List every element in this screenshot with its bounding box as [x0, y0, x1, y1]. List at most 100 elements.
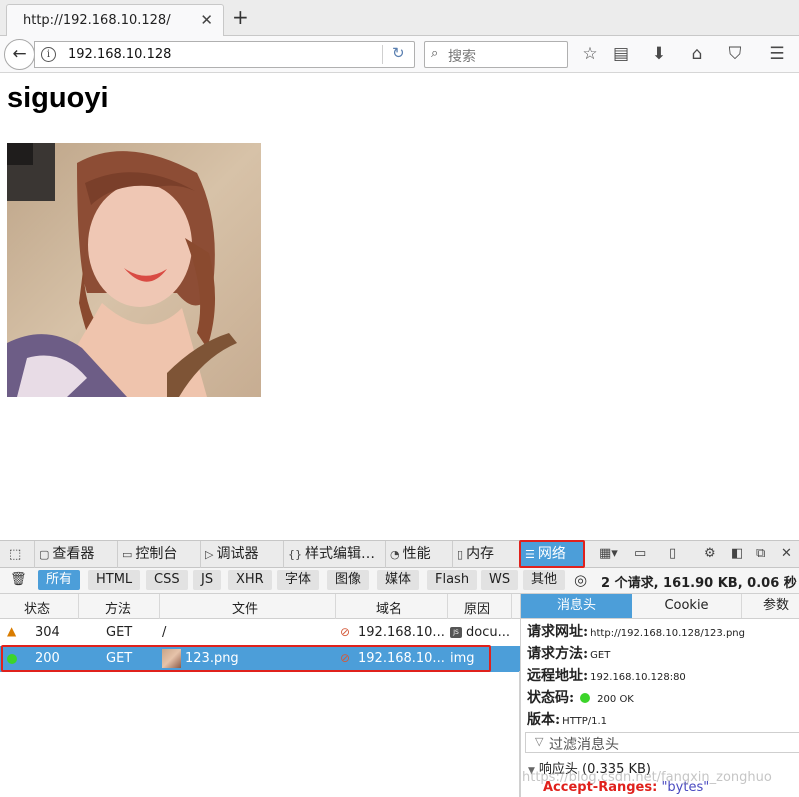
console-icon: ▭	[122, 548, 133, 561]
request-table-header: 状态 方法 文件 域名 原因	[0, 594, 520, 619]
filter-images-button[interactable]: 图像	[327, 570, 370, 590]
undock-window-icon[interactable]: ⧉	[756, 546, 765, 561]
tab-debugger-label: 调试器	[216, 546, 259, 562]
filter-all-button[interactable]: 所有	[38, 570, 81, 590]
column-divider	[78, 594, 79, 619]
request-url-label: 请求网址:	[527, 624, 589, 640]
request-list-empty-area	[0, 671, 520, 797]
status-code-label: 状态码:	[527, 690, 575, 706]
info-icon[interactable]: i	[41, 47, 56, 62]
tab-style-editor-label: 样式编辑…	[305, 546, 375, 562]
request-summary: 2 个请求, 161.90 KB, 0.06 秒	[601, 576, 797, 591]
tab-params[interactable]: 参数	[763, 594, 799, 618]
tab-inspector-label: 查看器	[52, 546, 95, 562]
filter-js-button[interactable]: JS	[193, 570, 222, 590]
page-heading: siguoyi	[7, 82, 109, 114]
request-method-value: GET	[590, 650, 611, 661]
tab-inspector[interactable]: ▢ 查看器	[34, 541, 117, 568]
warning-triangle-icon: ▲	[7, 624, 17, 638]
filter-xhr-button[interactable]: XHR	[228, 570, 272, 590]
filter-funnel-icon: ▽	[535, 735, 544, 748]
performance-analysis-icon[interactable]: ◎	[574, 571, 587, 589]
performance-icon: ◔	[390, 548, 400, 561]
filter-other-button[interactable]: 其他	[523, 570, 566, 590]
filter-css-button[interactable]: CSS	[146, 570, 188, 590]
column-divider	[447, 594, 448, 619]
browser-tab[interactable]: http://192.168.10.128/ ✕	[6, 4, 224, 37]
remote-address-row: 远程地址: 192.168.10.128:80	[527, 665, 686, 685]
column-method[interactable]: 方法	[105, 598, 131, 617]
version-value: HTTP/1.1	[562, 716, 608, 727]
new-tab-button[interactable]: +	[232, 5, 249, 29]
reload-icon[interactable]: ↻	[392, 44, 405, 62]
column-cause[interactable]: 原因	[464, 598, 490, 617]
request-method-row: 请求方法: GET	[527, 643, 610, 663]
filter-headers-placeholder: 过滤消息头	[549, 737, 619, 753]
tab-headers[interactable]: 消息头	[521, 594, 632, 618]
close-devtools-icon[interactable]: ✕	[781, 546, 792, 561]
request-url-value: http://192.168.10.128/123.png	[590, 628, 745, 639]
column-domain[interactable]: 域名	[376, 598, 402, 617]
selected-request-highlight	[1, 645, 491, 672]
clear-trash-icon[interactable]: 🗑	[10, 572, 27, 587]
version-row: 版本: HTTP/1.1	[527, 709, 607, 729]
tab-cookies[interactable]: Cookie	[632, 594, 742, 618]
request-method: GET	[106, 625, 133, 640]
navigation-bar: ← i 192.168.10.128 ↻ ⌕ 搜索 ☆ ▤ ⬇ ⌂ ⛉ ☰	[0, 36, 799, 73]
download-icon[interactable]: ⬇	[649, 44, 669, 64]
filter-headers-input[interactable]: ▽ 过滤消息头	[525, 732, 799, 753]
tab-debugger[interactable]: ▷ 调试器	[200, 541, 283, 568]
back-button[interactable]: ←	[4, 39, 35, 70]
split-console-icon[interactable]: ▭	[634, 546, 646, 561]
request-cause: docu...	[466, 625, 510, 640]
status-code-row: 状态码: 200 OK	[527, 687, 634, 707]
tab-title: http://192.168.10.128/	[23, 13, 171, 28]
url-text[interactable]: 192.168.10.128	[68, 47, 171, 62]
bookmark-star-icon[interactable]: ☆	[580, 44, 600, 64]
dock-side-icon[interactable]: ◧	[731, 546, 743, 561]
request-file: /	[162, 625, 167, 640]
close-icon[interactable]: ✕	[200, 11, 213, 29]
tab-performance[interactable]: ◔ 性能	[385, 541, 452, 568]
filter-media-button[interactable]: 媒体	[377, 570, 420, 590]
reading-list-icon[interactable]: ▤	[611, 44, 631, 64]
remote-address-label: 远程地址:	[527, 668, 589, 684]
settings-gear-icon[interactable]: ⚙	[704, 546, 716, 561]
version-label: 版本:	[527, 712, 561, 728]
column-divider	[335, 594, 336, 619]
filter-html-button[interactable]: HTML	[88, 570, 141, 590]
column-status[interactable]: 状态	[24, 598, 50, 617]
column-divider	[511, 594, 512, 619]
responsive-design-icon[interactable]: ▯	[669, 546, 676, 561]
details-tabs: 消息头 Cookie 参数	[521, 594, 799, 619]
js-document-icon: JS	[450, 627, 462, 638]
filter-flash-button[interactable]: Flash	[427, 570, 478, 590]
pocket-icon[interactable]: ⛉	[725, 44, 745, 64]
filter-fonts-button[interactable]: 字体	[277, 570, 320, 590]
status-ok-dot-icon	[580, 693, 591, 703]
menu-icon[interactable]: ☰	[767, 44, 787, 64]
split-layout-icon[interactable]: ▦▾	[599, 546, 618, 561]
element-picker-icon[interactable]: ⬚	[9, 547, 21, 562]
column-file[interactable]: 文件	[232, 598, 258, 617]
url-divider	[382, 45, 383, 64]
request-domain: 192.168.10...	[358, 625, 445, 640]
tab-console[interactable]: ▭ 控制台	[117, 541, 200, 568]
search-icon: ⌕	[431, 46, 439, 61]
filter-ws-button[interactable]: WS	[481, 570, 519, 590]
url-bar[interactable]: i 192.168.10.128 ↻	[34, 41, 415, 68]
tab-performance-label: 性能	[402, 546, 431, 562]
devtools-toolbar: ⬚ ▢ 查看器 ▭ 控制台 ▷ 调试器 {} 样式编辑… ◔ 性能 ▯ 内存 ☰ 网络 ▦▾ …	[0, 540, 799, 568]
watermark: https://blog.csdn.net/fangxin_zonghuo	[522, 770, 772, 785]
home-icon[interactable]: ⌂	[687, 44, 707, 64]
style-editor-icon: {}	[288, 548, 302, 561]
tab-style-editor[interactable]: {} 样式编辑…	[283, 541, 385, 568]
request-row[interactable]: ▲ 304 GET / ⊘ 192.168.10... JS docu...	[0, 620, 520, 646]
remote-address-value: 192.168.10.128:80	[590, 672, 686, 683]
inspector-icon: ▢	[39, 548, 50, 561]
tab-memory[interactable]: ▯ 内存	[452, 541, 519, 568]
column-divider	[159, 594, 160, 619]
search-input[interactable]: ⌕ 搜索	[424, 41, 568, 68]
tab-strip: http://192.168.10.128/ ✕ +	[0, 0, 799, 37]
request-status: 304	[35, 625, 60, 640]
